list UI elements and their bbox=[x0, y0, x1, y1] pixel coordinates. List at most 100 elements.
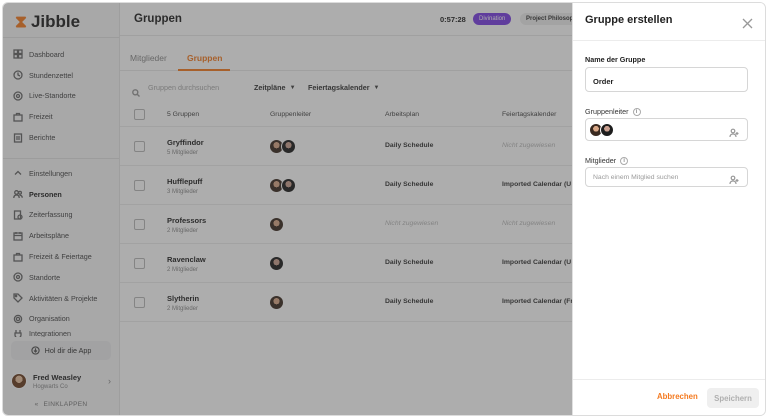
sidebar-item-integrations[interactable]: Integrationen bbox=[11, 329, 111, 338]
schedule-cell: Nicht zugewiesen bbox=[385, 220, 439, 227]
leader-avatars bbox=[269, 139, 296, 154]
member-count: 2 Mitglieder bbox=[167, 306, 199, 312]
tab-groups[interactable]: Gruppen bbox=[187, 53, 222, 63]
jibble-logo[interactable]: ⧗ Jibble bbox=[15, 12, 80, 32]
avatar bbox=[269, 256, 284, 271]
leader-avatars bbox=[269, 256, 284, 271]
sidebar-item-label: Freizeit & Feiertage bbox=[29, 252, 92, 262]
sidebar-item-dashboard[interactable]: Dashboard bbox=[11, 44, 111, 65]
add-person-icon[interactable] bbox=[729, 125, 739, 138]
close-icon[interactable] bbox=[742, 16, 753, 29]
row-checkbox[interactable] bbox=[134, 219, 145, 230]
save-button[interactable]: Speichern bbox=[707, 388, 759, 408]
drawer-divider bbox=[573, 40, 765, 41]
table-row[interactable]: Ravenclaw 2 Mitglieder Daily Schedule Im… bbox=[120, 244, 572, 283]
row-checkbox[interactable] bbox=[134, 297, 145, 308]
selected-leaders bbox=[589, 123, 614, 137]
avatar bbox=[281, 178, 296, 193]
sidebar-item-label: Organisation bbox=[29, 314, 70, 324]
avatar bbox=[281, 139, 296, 154]
timer-display[interactable]: 0:57:28 bbox=[440, 15, 466, 24]
schedule-cell: Daily Schedule bbox=[385, 181, 434, 188]
calendar-cell: Imported Calendar (U bbox=[502, 181, 572, 188]
sidebar-item-label: Stundenzettel bbox=[29, 70, 73, 80]
sidebar-item-reports[interactable]: Berichte bbox=[11, 127, 111, 148]
calendar-icon bbox=[13, 231, 23, 241]
sidebar-item-label: Dashboard bbox=[29, 49, 65, 59]
search-input[interactable]: Gruppen durchsuchen bbox=[148, 83, 219, 92]
schedule-cell: Daily Schedule bbox=[385, 142, 434, 149]
info-icon[interactable]: i bbox=[620, 156, 629, 165]
sidebar-item-live-locations[interactable]: Live-Standorte bbox=[11, 86, 111, 107]
row-checkbox[interactable] bbox=[134, 141, 145, 152]
collapse-label: EINKLAPPEN bbox=[43, 401, 88, 408]
group-leader-label: Gruppenleiter i bbox=[585, 107, 641, 116]
sidebar-item-organization[interactable]: Organisation bbox=[11, 309, 111, 330]
project-badge[interactable]: Project Philosop bbox=[520, 13, 580, 25]
leader-avatars bbox=[269, 178, 296, 193]
table-row[interactable]: Gryffindor 5 Mitglieder Daily Schedule N… bbox=[120, 127, 572, 166]
pin-icon bbox=[13, 272, 23, 283]
sidebar-item-time-tracking[interactable]: Zeiterfassung bbox=[11, 205, 111, 226]
members-search-field[interactable]: Nach einem Mitglied suchen bbox=[585, 167, 748, 187]
sidebar-divider bbox=[3, 37, 119, 38]
sidebar-item-timesheets[interactable]: Stundenzettel bbox=[11, 65, 111, 86]
gear-icon bbox=[13, 314, 23, 324]
create-group-drawer: Gruppe erstellen Name der Gruppe Order G… bbox=[572, 3, 765, 415]
group-leader-field[interactable] bbox=[585, 118, 748, 141]
sidebar-item-label: Arbeitspläne bbox=[29, 231, 69, 241]
calendar-cell: Imported Calendar (Fr bbox=[502, 298, 573, 305]
sidebar-item-locations[interactable]: Standorte bbox=[11, 267, 111, 288]
briefcase-icon bbox=[13, 112, 23, 122]
sidebar-item-label: Freizeit bbox=[29, 112, 53, 122]
select-all-checkbox[interactable] bbox=[134, 109, 145, 120]
sidebar-item-label: Berichte bbox=[29, 133, 56, 143]
column-header-leaders: Gruppenleiter bbox=[270, 111, 312, 118]
sidebar-item-time-off-holidays[interactable]: Freizeit & Feiertage bbox=[11, 246, 111, 267]
sidebar-item-people[interactable]: Personen bbox=[11, 184, 111, 205]
top-bar: Gruppen 0:57:28 Divination Project Philo… bbox=[120, 3, 580, 36]
avatar bbox=[269, 217, 284, 232]
sidebar-divider bbox=[3, 158, 119, 159]
report-icon bbox=[13, 132, 23, 143]
row-checkbox[interactable] bbox=[134, 258, 145, 269]
sidebar-item-time-off[interactable]: Freizeit bbox=[11, 106, 111, 127]
download-icon bbox=[30, 346, 40, 355]
table-header: 5 Gruppen Gruppenleiter Arbeitsplan Feie… bbox=[120, 103, 572, 127]
hourglass-logo-icon: ⧗ bbox=[15, 12, 27, 31]
sidebar-item-settings[interactable]: Einstellungen bbox=[11, 163, 111, 184]
get-app-button[interactable]: Hol dir die App bbox=[11, 341, 111, 360]
calendar-cell: Nicht zugewiesen bbox=[502, 220, 556, 227]
table-row[interactable]: Hufflepuff 3 Mitglieder Daily Schedule I… bbox=[120, 166, 572, 205]
avatar bbox=[269, 295, 284, 310]
avatar[interactable] bbox=[600, 123, 614, 137]
search-icon bbox=[132, 84, 140, 97]
collapse-sidebar-button[interactable]: « EINKLAPPEN bbox=[3, 401, 119, 408]
caret-down-icon: ▼ bbox=[373, 84, 380, 91]
group-name: Gryffindor bbox=[167, 138, 204, 147]
row-checkbox[interactable] bbox=[134, 180, 145, 191]
tab-members[interactable]: Mitglieder bbox=[130, 53, 167, 63]
table-row[interactable]: Professors 2 Mitglieder Nicht zugewiesen… bbox=[120, 205, 572, 244]
chevron-right-icon: › bbox=[108, 376, 111, 386]
sidebar-item-activities-projects[interactable]: Aktivitäten & Projekte bbox=[11, 288, 111, 309]
activity-badge[interactable]: Divination bbox=[473, 13, 512, 25]
add-person-icon[interactable] bbox=[729, 172, 739, 185]
group-name-field[interactable]: Order bbox=[585, 67, 748, 92]
user-profile[interactable]: Fred Weasley Hogwarts Co › bbox=[11, 367, 111, 395]
info-icon[interactable]: i bbox=[632, 107, 641, 116]
members-search-input[interactable]: Nach einem Mitglied suchen bbox=[593, 174, 678, 181]
drawer-footer: Abbrechen Speichern bbox=[573, 379, 765, 415]
holiday-calendar-filter[interactable]: Feiertagskalender ▼ bbox=[308, 83, 379, 92]
brand-name: Jibble bbox=[30, 12, 81, 31]
double-chevron-left-icon: « bbox=[34, 401, 39, 408]
schedules-filter[interactable]: Zeitpläne ▼ bbox=[254, 83, 296, 92]
time-tracking-icon bbox=[13, 210, 23, 220]
table-row[interactable]: Slytherin 2 Mitglieder Daily Schedule Im… bbox=[120, 283, 573, 322]
sidebar-item-label: Personen bbox=[29, 189, 62, 199]
member-count: 2 Mitglieder bbox=[167, 228, 199, 234]
sidebar-item-work-schedules[interactable]: Arbeitspläne bbox=[11, 225, 111, 246]
group-name-value: Order bbox=[593, 77, 614, 86]
column-header-name[interactable]: 5 Gruppen bbox=[167, 111, 199, 118]
cancel-button[interactable]: Abbrechen bbox=[657, 392, 698, 401]
